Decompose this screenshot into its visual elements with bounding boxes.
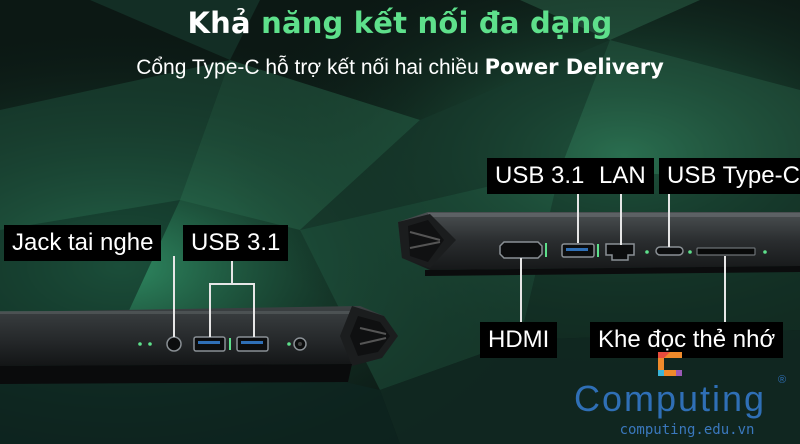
leader-usb31-left-bar <box>209 283 255 285</box>
label-hdmi: HDMI <box>480 322 558 358</box>
headline-white: Khả <box>187 6 251 40</box>
leader-usb31-left-b <box>253 283 255 337</box>
leader-jack <box>173 256 175 337</box>
headline-accent: năng kết nối đa dạng <box>261 6 613 40</box>
product-banner: Khả năng kết nối đa dạng Cổng Type-C hỗ … <box>0 0 800 444</box>
subheadline: Cổng Type-C hỗ trợ kết nối hai chiều Pow… <box>0 55 800 80</box>
headline: Khả năng kết nối đa dạng <box>0 6 800 40</box>
logo-wordmark: Computing <box>573 378 767 419</box>
leader-type-c <box>668 187 670 247</box>
leader-hdmi <box>520 258 522 322</box>
computing-logo: Computing ® computing.edu.vn <box>550 348 795 440</box>
label-jack: Jack tai nghe <box>4 225 162 261</box>
label-usb-type-c: USB Type-C <box>659 158 800 194</box>
leader-card-reader <box>724 256 726 322</box>
leader-usb31-left-a <box>209 283 211 337</box>
label-usb31-right: USB 3.1 <box>487 158 593 194</box>
label-lan: LAN <box>591 158 654 194</box>
logo-registered-mark: ® <box>778 374 787 386</box>
leader-usb31-right <box>577 187 579 243</box>
logo-website: computing.edu.vn <box>619 422 755 438</box>
subheadline-bold: Power Delivery <box>484 55 664 79</box>
leader-lan <box>620 187 622 245</box>
subheadline-text: Cổng Type-C hỗ trợ kết nối hai chiều <box>136 56 479 79</box>
logo-cube-icon <box>658 352 682 376</box>
laptop-right-side <box>398 212 800 276</box>
label-usb31-left: USB 3.1 <box>183 225 289 261</box>
laptop-left-side <box>0 306 398 384</box>
